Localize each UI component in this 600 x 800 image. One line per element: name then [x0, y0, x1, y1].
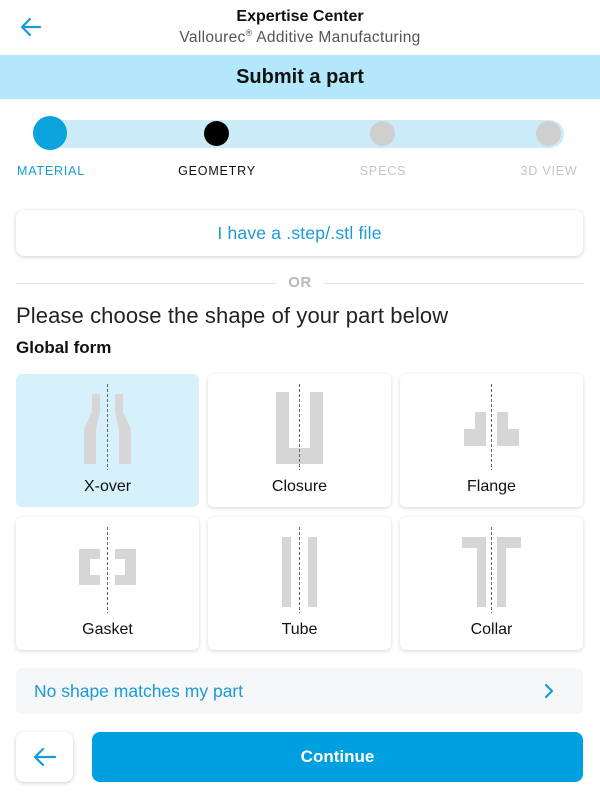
registered-mark: ® — [245, 28, 253, 38]
stepper-track — [34, 120, 564, 148]
divider-right — [324, 283, 584, 284]
footer-back-button[interactable] — [16, 732, 73, 782]
app-header: Expertise Center Vallourec® Additive Man… — [0, 0, 600, 55]
header-subtitle: Vallourec® Additive Manufacturing — [0, 28, 600, 47]
shape-label-x-over: X-over — [83, 478, 132, 495]
shape-card-x-over[interactable]: X-over — [16, 374, 199, 507]
shape-card-collar[interactable]: Collar — [400, 517, 583, 650]
x-over-icon — [84, 384, 131, 470]
shape-label-flange: Flange — [467, 478, 516, 495]
shape-label-gasket: Gasket — [82, 621, 133, 638]
no-shape-match-button[interactable]: No shape matches my part — [16, 668, 583, 714]
collar-icon — [462, 527, 521, 613]
shape-label-closure: Closure — [271, 478, 328, 495]
shape-card-tube[interactable]: Tube — [208, 517, 391, 650]
flange-icon — [464, 384, 519, 470]
closure-icon — [276, 384, 323, 470]
step-dot-geometry[interactable] — [204, 121, 229, 146]
gasket-icon — [79, 527, 136, 613]
step-label-3d-view[interactable]: 3D VIEW — [494, 164, 600, 178]
shape-prompt: Please choose the shape of your part bel… — [16, 303, 449, 328]
divider-left — [16, 283, 276, 284]
step-dot-material[interactable] — [33, 116, 67, 150]
section-title-global-form: Global form — [16, 338, 112, 357]
page-title-banner: Submit a part — [0, 55, 600, 99]
continue-button[interactable]: Continue — [92, 732, 583, 782]
shape-card-closure[interactable]: Closure — [208, 374, 391, 507]
arrow-left-icon — [33, 747, 56, 767]
upload-file-button[interactable]: I have a .step/.stl file — [16, 210, 583, 256]
shape-card-flange[interactable]: Flange — [400, 374, 583, 507]
step-label-geometry[interactable]: GEOMETRY — [162, 164, 272, 178]
divider-or-label: OR — [288, 274, 312, 291]
shape-card-gasket[interactable]: Gasket — [16, 517, 199, 650]
step-label-specs[interactable]: SPECS — [328, 164, 438, 178]
no-shape-match-label: No shape matches my part — [34, 680, 244, 701]
header-subtitle-brand: Vallourec — [179, 29, 246, 46]
tube-icon — [282, 527, 317, 613]
header-title: Expertise Center — [236, 8, 364, 25]
shape-label-tube: Tube — [281, 621, 318, 638]
chevron-right-icon — [544, 683, 554, 699]
shape-label-collar: Collar — [470, 621, 513, 638]
step-dot-specs[interactable] — [370, 121, 395, 146]
step-label-material[interactable]: MATERIAL — [0, 164, 106, 178]
step-dot-3d-view[interactable] — [536, 121, 561, 146]
header-subtitle-rest: Additive Manufacturing — [252, 29, 421, 46]
